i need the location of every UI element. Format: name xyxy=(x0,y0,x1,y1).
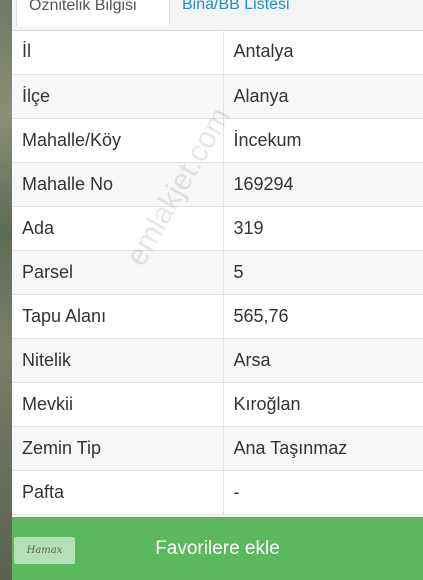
attribute-value: 169294 xyxy=(223,162,423,207)
attribute-value: - xyxy=(223,470,423,515)
table-row: Mahalle No 169294 xyxy=(12,162,423,207)
attribute-value: Kıroğlan xyxy=(223,382,423,427)
tab-bina-bb-listesi[interactable]: Bina/BB Listesi xyxy=(170,0,302,26)
attribute-value: 319 xyxy=(223,206,423,251)
attribute-key: İl xyxy=(12,30,224,75)
table-row: Pafta - xyxy=(12,470,423,515)
attribute-value: İncekum xyxy=(223,118,423,163)
attribute-key: Zemin Tip xyxy=(12,426,224,471)
attribute-key: Mahalle No xyxy=(12,162,224,207)
table-row: Nitelik Arsa xyxy=(12,338,423,383)
brand-logo: Hamax xyxy=(14,537,75,564)
attribute-value: Antalya xyxy=(223,30,423,75)
attribute-key: Mahalle/Köy xyxy=(12,118,224,163)
table-row: Zemin Tip Ana Taşınmaz xyxy=(12,426,423,471)
attribute-key: Tapu Alanı xyxy=(12,294,224,339)
attribute-key: Parsel xyxy=(12,250,224,295)
table-row: Mahalle/Köy İncekum xyxy=(12,118,423,163)
attribute-value: Ana Taşınmaz xyxy=(223,426,423,471)
attribute-value: 5 xyxy=(223,250,423,295)
table-row: Parsel 5 xyxy=(12,250,423,295)
map-background-strip xyxy=(0,0,12,580)
attribute-value: Alanya xyxy=(223,74,423,119)
tab-bar: Öznitelik Bilgisi Bina/BB Listesi xyxy=(12,0,423,31)
attribute-key: Nitelik xyxy=(12,338,224,383)
attribute-value: Arsa xyxy=(223,338,423,383)
table-row: Ada 319 xyxy=(12,206,423,251)
attribute-key: Ada xyxy=(12,206,224,251)
attribute-key: İlçe xyxy=(12,74,224,119)
tab-oznitelik-bilgisi[interactable]: Öznitelik Bilgisi xyxy=(16,0,170,26)
table-row: İlçe Alanya xyxy=(12,74,423,119)
table-row: İl Antalya xyxy=(12,30,423,75)
attribute-value: 565,76 xyxy=(223,294,423,339)
attribute-key: Mevkii xyxy=(12,382,224,427)
attribute-table: İl Antalya İlçe Alanya Mahalle/Köy İncek… xyxy=(12,30,423,515)
table-row: Tapu Alanı 565,76 xyxy=(12,294,423,339)
table-row: Mevkii Kıroğlan xyxy=(12,382,423,427)
attribute-key: Pafta xyxy=(12,470,224,515)
